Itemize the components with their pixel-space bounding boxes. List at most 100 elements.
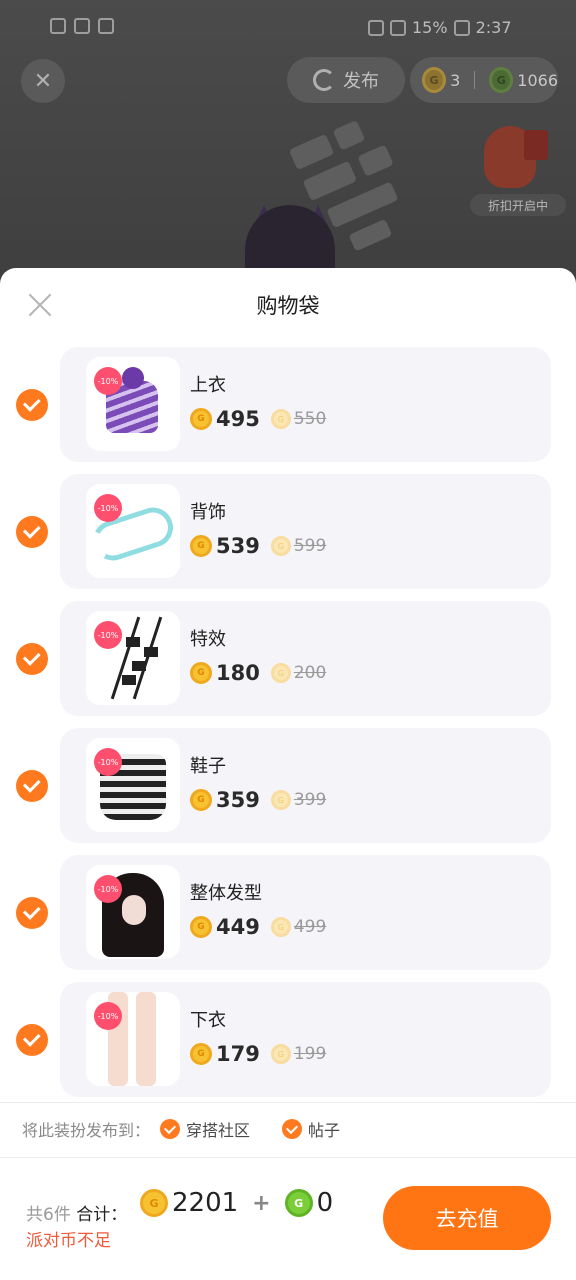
item-card[interactable]: -10% 特效 G 180 G 200: [60, 601, 551, 716]
boots-thumbnail: -10%: [86, 738, 180, 832]
discount-badge: -10%: [94, 367, 122, 395]
item-original-price: 200: [293, 663, 327, 683]
total-amount: G 2201 + G 0: [140, 1188, 333, 1218]
item-checkbox[interactable]: [16, 516, 48, 548]
coin-faint-icon: G: [270, 917, 291, 937]
coin-icon: G: [190, 535, 212, 557]
close-scene-button[interactable]: ✕: [21, 59, 65, 103]
coin-faint-icon: G: [270, 536, 291, 556]
hoodie-thumbnail: -10%: [86, 357, 180, 451]
item-card[interactable]: -10% 背饰 G 539 G 599: [60, 474, 551, 589]
item-price: 449: [216, 915, 260, 939]
file-icon: [50, 18, 66, 34]
red-envelope-icon: [524, 130, 548, 160]
list-item: -10% 特效 G 180 G 200: [0, 601, 576, 728]
coin-faint-icon: G: [270, 1044, 291, 1064]
item-name: 鞋子: [190, 756, 226, 777]
total-coins: 2201: [172, 1188, 239, 1218]
checkbox-checked-icon: [282, 1119, 303, 1139]
item-price: 179: [216, 1042, 260, 1066]
promo-label: 折扣开启中: [470, 194, 566, 216]
list-item: -10% 鞋子 G 359 G 399: [0, 728, 576, 855]
list-item: -10% 上衣 G 495 G 550: [0, 347, 576, 474]
list-item: -10% 下衣 G 179 G 199: [0, 982, 576, 1109]
coin-icon: G: [140, 1189, 168, 1217]
green-coin-icon: G: [284, 1189, 313, 1217]
dragon-thumbnail: -10%: [86, 484, 180, 578]
currency-divider: [474, 71, 476, 89]
coin-faint-icon: G: [270, 663, 291, 683]
item-checkbox[interactable]: [16, 643, 48, 675]
item-name: 整体发型: [190, 883, 262, 904]
publish-label: 发布: [343, 71, 379, 92]
list-item: -10% 背饰 G 539 G 599: [0, 474, 576, 601]
video-icon: [98, 18, 114, 34]
item-list: -10% 上衣 G 495 G 550 -10% 背饰 G 539 G 599 …: [0, 347, 576, 1109]
mute-icon: [390, 19, 406, 36]
item-checkbox[interactable]: [16, 897, 48, 929]
item-name: 特效: [190, 629, 226, 650]
clock: 2:37: [475, 18, 512, 37]
item-original-price: 550: [293, 409, 327, 429]
publish-option-label: 穿搭社区: [186, 1121, 251, 1140]
item-name: 背饰: [190, 502, 226, 523]
recharge-button[interactable]: 去充值: [383, 1186, 551, 1250]
price-row: G 180 G 200: [190, 661, 326, 685]
battery-percent: 15%: [412, 18, 448, 37]
item-card[interactable]: -10% 鞋子 G 359 G 399: [60, 728, 551, 843]
item-card[interactable]: -10% 整体发型 G 449 G 499: [60, 855, 551, 970]
publish-to-row: 将此装扮发布到： 穿搭社区 帖子: [22, 1114, 562, 1144]
item-original-price: 499: [293, 917, 327, 937]
discount-badge: -10%: [94, 1002, 122, 1030]
total-label: 合计：: [76, 1205, 128, 1225]
discount-promo[interactable]: 折扣开启中: [470, 122, 566, 216]
item-price: 495: [216, 407, 260, 431]
effect-thumbnail: -10%: [86, 611, 180, 705]
coin-icon: G: [190, 1043, 212, 1065]
discount-badge: -10%: [94, 875, 122, 903]
currency-balance[interactable]: G 3 G 1066: [410, 57, 558, 103]
plus-sign: +: [252, 1190, 271, 1216]
publish-button[interactable]: 发布: [287, 57, 405, 103]
close-icon: ✕: [33, 68, 53, 94]
list-item: -10% 整体发型 G 449 G 499: [0, 855, 576, 982]
item-price: 359: [216, 788, 260, 812]
legs-thumbnail: -10%: [86, 992, 180, 1086]
item-name: 下衣: [190, 1010, 226, 1031]
price-row: G 179 G 199: [190, 1042, 326, 1066]
discount-badge: -10%: [94, 494, 122, 522]
green-coin-balance: 1066: [517, 70, 558, 90]
item-card[interactable]: -10% 下衣 G 179 G 199: [60, 982, 551, 1097]
divider: [0, 1102, 576, 1103]
item-name: 上衣: [190, 375, 226, 396]
coin-icon: G: [190, 408, 212, 430]
party-coin-icon: G: [422, 67, 447, 93]
shopping-bag-sheet: 购物袋 -10% 上衣 G 495 G 550 -10% 背饰 G 539 G …: [0, 268, 576, 1280]
item-price: 180: [216, 661, 260, 685]
eye-icon: [368, 19, 384, 36]
coin-faint-icon: G: [270, 409, 291, 429]
checkout-footer: 共6件 合计： G 2201 + G 0 派对币不足 去充值: [0, 1158, 576, 1280]
item-checkbox[interactable]: [16, 770, 48, 802]
green-coin-icon: G: [489, 67, 514, 93]
item-count-text: 共6件: [26, 1205, 71, 1225]
total-green-coins: 0: [316, 1188, 334, 1218]
item-original-price: 399: [293, 790, 327, 810]
item-card[interactable]: -10% 上衣 G 495 G 550: [60, 347, 551, 462]
wifi-icon: [74, 18, 90, 34]
publish-option-community[interactable]: 穿搭社区: [160, 1117, 250, 1141]
coin-icon: G: [190, 662, 212, 684]
publish-option-post[interactable]: 帖子: [282, 1117, 340, 1141]
coin-icon: G: [190, 916, 212, 938]
insufficient-funds-warning: 派对币不足: [26, 1231, 111, 1251]
discount-badge: -10%: [94, 621, 122, 649]
checkbox-checked-icon: [160, 1119, 181, 1139]
publish-to-label: 将此装扮发布到：: [22, 1121, 151, 1140]
price-row: G 359 G 399: [190, 788, 326, 812]
coin-icon: G: [190, 789, 212, 811]
item-checkbox[interactable]: [16, 1024, 48, 1056]
price-row: G 495 G 550: [190, 407, 326, 431]
party-coin-balance: 3: [450, 70, 461, 90]
item-checkbox[interactable]: [16, 389, 48, 421]
price-row: G 539 G 599: [190, 534, 326, 558]
